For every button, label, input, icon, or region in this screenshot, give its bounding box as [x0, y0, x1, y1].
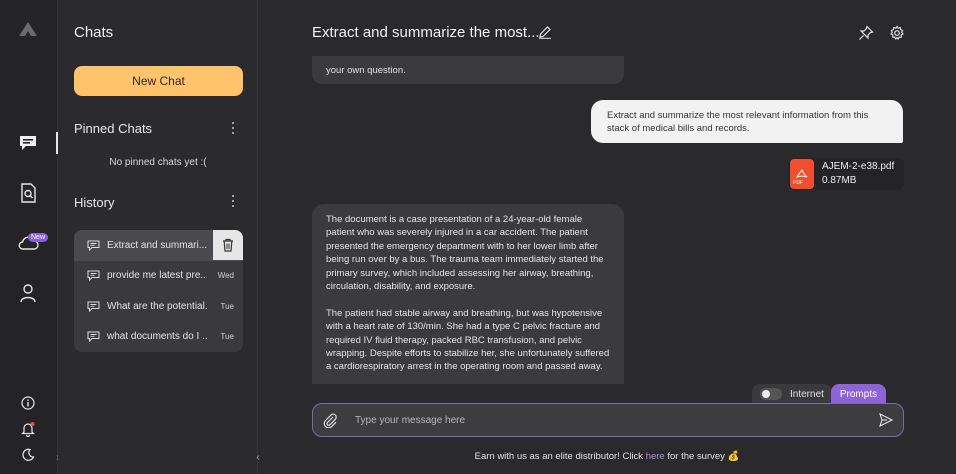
bell-icon[interactable]	[17, 418, 39, 440]
trash-icon	[223, 238, 233, 252]
send-icon[interactable]	[879, 413, 893, 427]
chat-panel: Extract and summarize the most... your o…	[258, 0, 956, 474]
no-pinned-text: No pinned chats yet :(	[109, 157, 207, 168]
pdf-file-icon: PDF	[790, 159, 814, 189]
history-item[interactable]: What are the potential... Tue	[74, 291, 243, 322]
toggle-switch[interactable]	[760, 388, 782, 400]
pinned-menu-icon[interactable]	[229, 121, 237, 135]
new-chat-button[interactable]: New Chat	[74, 66, 243, 96]
logo-icon[interactable]	[17, 18, 39, 40]
history-item[interactable]: Extract and summari...	[74, 230, 243, 261]
assistant-message: The document is a case presentation of a…	[312, 204, 624, 384]
chat-bubble-icon	[87, 270, 100, 282]
user-icon[interactable]	[17, 282, 39, 304]
message-composer	[312, 403, 904, 437]
history-item[interactable]: provide me latest pre... Wed	[74, 261, 243, 292]
file-meta: AJEM-2-e38.pdf 0.87MB	[822, 160, 894, 188]
prompts-button[interactable]: Prompts	[831, 384, 886, 404]
icon-rail: New ›	[0, 0, 60, 474]
chat-icon[interactable]	[17, 132, 39, 154]
history-heading: History	[74, 195, 115, 210]
history-item-day: Tue	[220, 301, 235, 311]
history-item-label: Extract and summari...	[107, 239, 207, 251]
message-input[interactable]	[355, 412, 835, 428]
delete-chat-button[interactable]	[213, 230, 243, 260]
gear-icon[interactable]	[889, 25, 905, 41]
assistant-message-partial: your own question.	[312, 56, 624, 84]
footer-text: Earn with us as an elite distributor! Cl…	[474, 451, 646, 462]
footer-banner: Earn with us as an elite distributor! Cl…	[258, 451, 956, 462]
edit-icon[interactable]	[538, 25, 552, 39]
history-item-label: provide me latest pre...	[107, 270, 207, 282]
history-item-day: Tue	[220, 332, 235, 342]
history-item-label: What are the potential...	[107, 300, 207, 312]
internet-toggle[interactable]: Internet	[752, 384, 832, 404]
chat-bubble-icon	[87, 240, 100, 251]
file-attachment[interactable]: PDF AJEM-2-e38.pdf 0.87MB	[788, 158, 904, 190]
file-size: 0.87MB	[822, 175, 857, 186]
pin-icon[interactable]	[858, 25, 874, 41]
paperclip-icon[interactable]	[322, 412, 338, 428]
history-list: Extract and summari... provide me latest…	[74, 230, 243, 352]
new-badge: New	[28, 233, 49, 242]
chat-bubble-icon	[87, 301, 100, 312]
history-item-day: Wed	[217, 271, 234, 281]
history-item-label: what documents do I ...	[107, 331, 207, 343]
document-search-icon[interactable]	[17, 182, 39, 204]
survey-link[interactable]: here	[646, 451, 665, 462]
chat-title: Extract and summarize the most...	[312, 24, 540, 41]
sidebar-title: Chats	[74, 24, 114, 41]
moon-icon[interactable]	[17, 444, 39, 466]
internet-label: Internet	[790, 388, 824, 400]
footer-text-end: for the survey 💰	[664, 451, 740, 462]
chat-bubble-icon	[87, 331, 100, 343]
history-item[interactable]: what documents do I ... Tue	[74, 322, 243, 353]
user-message: Extract and summarize the most relevant …	[591, 100, 903, 143]
pinned-chats-heading: Pinned Chats	[74, 121, 153, 136]
chats-sidebar: Chats New Chat Pinned Chats No pinned ch…	[58, 0, 258, 474]
history-menu-icon[interactable]	[229, 194, 237, 208]
file-name: AJEM-2-e38.pdf	[822, 161, 895, 172]
info-icon[interactable]	[17, 392, 39, 414]
pdf-type-label: PDF	[793, 180, 803, 186]
